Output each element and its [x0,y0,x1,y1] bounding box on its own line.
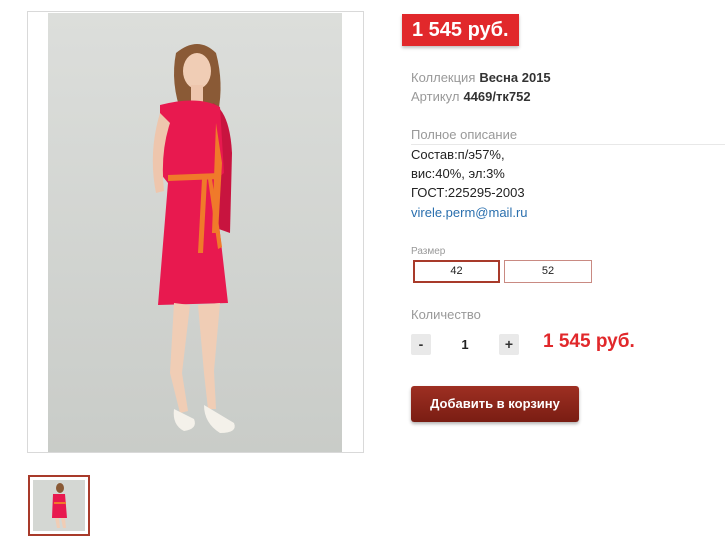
product-thumbnail[interactable] [28,475,90,536]
description-line: ГОСТ:225295-2003 [411,185,525,200]
description-line: вис:40%, эл:3% [411,166,505,181]
collection-label: Коллекция [411,70,476,85]
quantity-increase-button[interactable]: + [499,334,519,355]
product-photo-frame[interactable] [27,11,364,453]
contact-email-link[interactable]: virele.perm@mail.ru [411,205,528,220]
article-label: Артикул [411,89,460,104]
product-photo[interactable] [48,13,342,452]
collection-value: Весна 2015 [479,70,551,85]
size-option-42[interactable]: 42 [413,260,500,283]
quantity-label: Количество [411,307,481,322]
description-line: Состав:п/э57%, [411,147,505,162]
article-row: Артикул 4469/тк752 [411,89,531,104]
description-title: Полное описание [411,127,725,145]
size-option-52[interactable]: 52 [504,260,592,283]
quantity-decrease-button[interactable]: - [411,334,431,355]
thumbnail-image[interactable] [33,480,85,531]
size-label: Размер [411,246,446,257]
collection-row: Коллекция Весна 2015 [411,70,551,85]
total-price: 1 545 руб. [543,331,635,352]
add-to-cart-button[interactable]: Добавить в корзину [411,386,579,422]
price-badge: 1 545 руб. [402,14,519,46]
article-value: 4469/тк752 [463,89,531,104]
quantity-input[interactable] [441,334,489,355]
